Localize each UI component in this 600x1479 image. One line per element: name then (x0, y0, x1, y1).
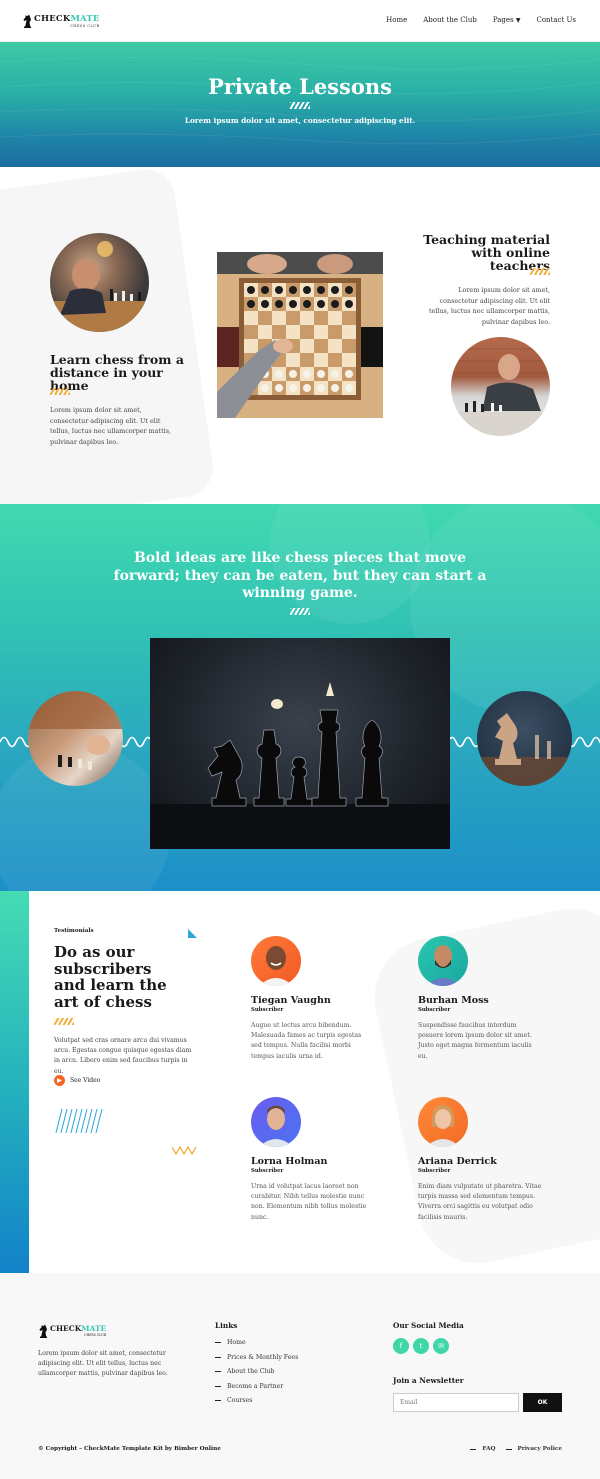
testimonial-text: Augue ut lectus arcu bibendum. Malesuada… (251, 1022, 362, 1060)
site-header: CHECKMATE CHESS CLUB Home About the Club… (0, 0, 600, 42)
right-lesson-text: Lorem ipsum dolor sit amet, consectetur … (428, 286, 550, 326)
brand-name-a: CHECK (50, 1324, 82, 1333)
testimonials-eyebrow: Testimonials (54, 928, 94, 934)
testimonial-name: Lorna Holman (251, 1156, 328, 1167)
brand-name-b: MATE (81, 1324, 107, 1333)
testimonial-card: Tiegan Vaughn Subscriber Augue ut lectus… (251, 936, 371, 1062)
social-heading: Our Social Media (393, 1321, 464, 1330)
zigzag-decoration (172, 1145, 197, 1155)
nav-about[interactable]: About the Club (423, 16, 477, 24)
avatar (251, 936, 301, 986)
testimonial-role: Subscriber (418, 1168, 451, 1174)
hero-banner: Private Lessons Lorem ipsum dolor sit am… (0, 42, 600, 167)
footer-link-home[interactable]: Home (215, 1339, 298, 1346)
quote-section: Bold ideas are like chess pieces that mo… (0, 504, 600, 891)
see-video-label: See Video (70, 1077, 101, 1084)
testimonial-name: Tiegan Vaughn (251, 995, 331, 1006)
brand-tagline: CHESS CLUB (70, 23, 100, 28)
avatar (418, 1097, 468, 1147)
knight-logo-icon (23, 14, 31, 28)
quote-stripe-decoration (290, 608, 310, 615)
testimonials-section: Testimonials Do as our subscribers and l… (0, 891, 600, 1273)
avatar (251, 1097, 301, 1147)
newsletter-ok-button[interactable]: OK (523, 1393, 562, 1412)
avatar (418, 936, 468, 986)
knight-logo-icon (39, 1324, 47, 1338)
nav-pages[interactable]: Pages ▼ (493, 16, 521, 24)
player-hand-photo (28, 691, 123, 786)
teacher-photo (451, 337, 550, 436)
footer-legal-links: FAQ Privacy Police (470, 1446, 562, 1452)
footer-links: Home Prices & Monthly Fees About the Clu… (215, 1339, 298, 1404)
orange-stripe-decoration (50, 388, 70, 395)
logo[interactable]: CHECKMATE CHESS CLUB (22, 11, 100, 31)
footer-logo[interactable]: CHECKMATE CHESS CLUB (38, 1323, 106, 1339)
copyright-text: © Copyright – CheckMate Template Kit by … (38, 1446, 221, 1452)
testimonials-heading: Do as our subscribers and learn the art … (54, 943, 167, 1011)
email-icon[interactable]: ✉ (433, 1338, 449, 1354)
right-lesson-title: Teaching material with online teachers (423, 232, 550, 273)
student-photo (50, 233, 149, 332)
brand-name-b: MATE (70, 13, 100, 24)
newsletter-heading: Join a Newsletter (393, 1376, 464, 1385)
nav-contact[interactable]: Contact Us (536, 16, 576, 24)
orange-stripe-decoration (530, 268, 550, 275)
testimonial-role: Subscriber (251, 1168, 284, 1174)
testimonial-text: Suspendisse faucibus interdum posuere lo… (418, 1022, 532, 1060)
footer-link-about[interactable]: About the Club (215, 1368, 298, 1375)
main-nav: Home About the Club Pages ▼ Contact Us (386, 16, 576, 24)
knight-piece-photo (477, 691, 572, 786)
see-video-button[interactable]: See Video (54, 1075, 100, 1086)
testimonial-text: Urna id volutpat lacus laoreet non curab… (251, 1183, 367, 1221)
lessons-section: Learn chess from a distance in your home… (0, 167, 600, 504)
nav-pages-label: Pages (492, 16, 514, 24)
orange-stripe-decoration (54, 1018, 74, 1025)
chevron-down-icon: ▼ (515, 17, 521, 24)
testimonial-card: Lorna Holman Subscriber Urna id volutpat… (251, 1097, 375, 1223)
title-stripe-decoration (290, 102, 310, 109)
hero-subtitle: Lorem ipsum dolor sit amet, consectetur … (184, 116, 416, 125)
facebook-icon[interactable]: f (393, 1338, 409, 1354)
left-lesson-text: Lorem ipsum dolor sit amet, consectetur … (50, 406, 172, 446)
brand-name-a: CHECK (34, 13, 71, 24)
chess-pieces-photo (150, 638, 450, 849)
testimonial-role: Subscriber (418, 1007, 451, 1013)
testimonial-card: Burhan Moss Subscriber Suspendisse fauci… (418, 936, 542, 1062)
footer-link-partner[interactable]: Become a Partner (215, 1383, 298, 1390)
nav-home[interactable]: Home (386, 16, 407, 24)
testimonial-text: Enim diam vulputate ut pharetra. Vitae t… (418, 1183, 542, 1221)
left-lesson-title: Learn chess from a distance in your home (50, 352, 184, 393)
twitter-icon[interactable]: t (413, 1338, 429, 1354)
gradient-side-bar (0, 891, 29, 1273)
testimonial-card: Ariana Derrick Subscriber Enim diam vulp… (418, 1097, 542, 1223)
email-input[interactable] (393, 1393, 519, 1412)
links-heading: Links (215, 1321, 238, 1330)
footer-link-courses[interactable]: Courses (215, 1397, 298, 1404)
footer-about-text: Lorem ipsum dolor sit amet, consectetur … (38, 1350, 168, 1378)
faq-link[interactable]: FAQ (470, 1446, 495, 1452)
testimonial-name: Burhan Moss (418, 995, 489, 1006)
testimonial-role: Subscriber (251, 1007, 284, 1013)
play-icon (54, 1075, 65, 1086)
testimonial-name: Ariana Derrick (418, 1156, 497, 1167)
brand-tagline: CHESS CLUB (84, 1333, 107, 1337)
social-icons: f t ✉ (393, 1338, 449, 1354)
quote-text: Bold ideas are like chess pieces that mo… (113, 550, 487, 601)
blue-lines-decoration (55, 1109, 103, 1133)
testimonials-text: Volutpat sed cras ornare arcu dui vivamu… (54, 1037, 192, 1075)
page-title: Private Lessons (208, 74, 392, 99)
privacy-link[interactable]: Privacy Police (506, 1446, 563, 1452)
site-footer: CHECKMATE CHESS CLUB Lorem ipsum dolor s… (0, 1273, 600, 1479)
chessboard-photo (217, 252, 383, 418)
footer-link-prices[interactable]: Prices & Monthly Fees (215, 1354, 298, 1361)
triangle-decoration (188, 929, 197, 938)
background-shape (0, 167, 217, 504)
